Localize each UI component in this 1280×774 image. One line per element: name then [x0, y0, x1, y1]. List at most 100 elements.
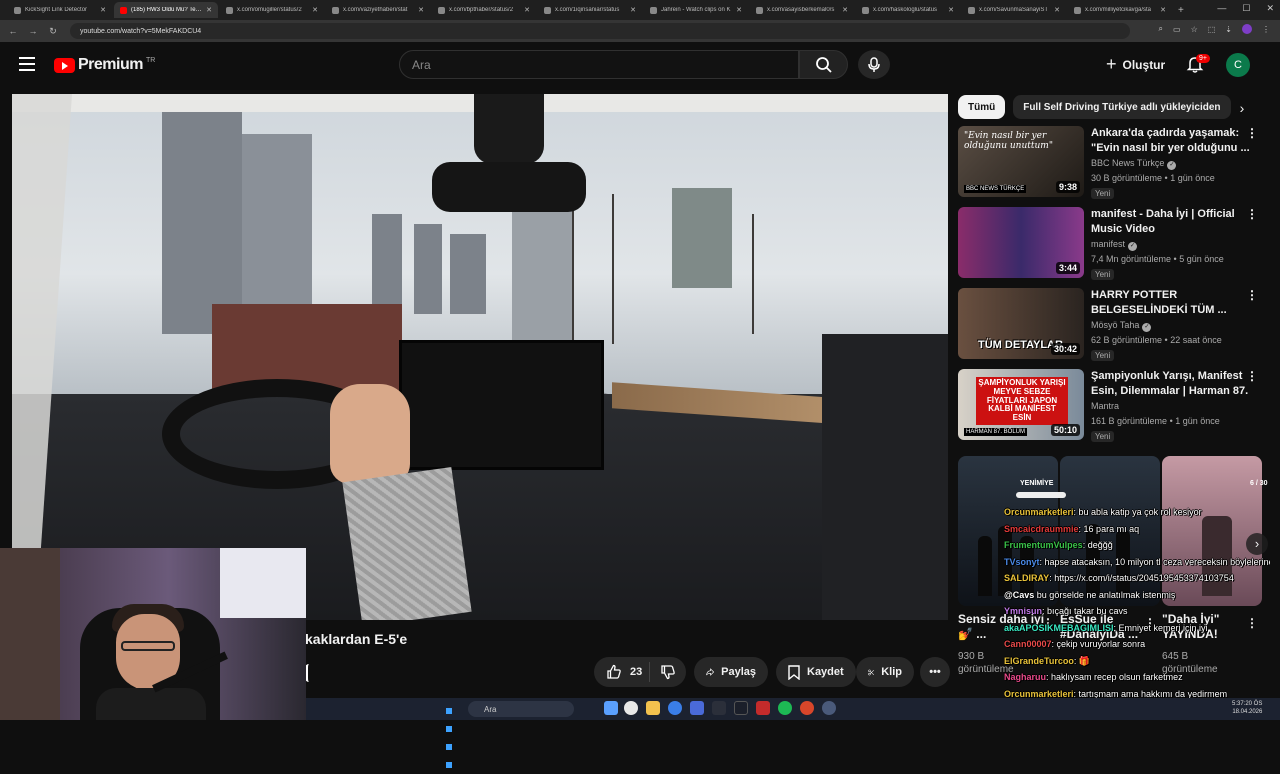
create-label: Oluştur — [1122, 57, 1166, 72]
filter-chip[interactable]: Tümü — [958, 95, 1006, 119]
search-input[interactable]: Ara — [399, 50, 799, 79]
browser-menu-icon[interactable]: ⋮ — [1262, 25, 1270, 34]
bookmark-star-icon[interactable]: ☆ — [1191, 25, 1198, 34]
tab-close-icon[interactable]: ✕ — [100, 6, 106, 14]
video-thumbnail[interactable]: ŞAMPİYONLUK YARIŞI MEYVE SEBZE FİYATLARI… — [958, 369, 1084, 440]
save-button[interactable]: Kaydet — [776, 657, 856, 687]
browser-tab[interactable]: x.com/vaziyethaberi/stat ✕ — [326, 2, 430, 18]
taskbar-app-icon[interactable] — [734, 701, 748, 715]
hamburger-menu-icon[interactable] — [19, 57, 35, 71]
close-window-icon[interactable]: ✕ — [1266, 3, 1274, 14]
browser-tab[interactable]: x.com/1iqinsaniar/status ✕ — [538, 2, 642, 18]
recommendation-item[interactable]: "Evin nasıl bir yer olduğunu unuttum" BBC… — [958, 126, 1270, 200]
recommendation-channel[interactable]: BBC News Türkçe ✓ — [1091, 158, 1177, 170]
notification-count-badge: 9+ — [1196, 54, 1210, 63]
browser-tab[interactable]: KickSight Link Detector ✕ — [8, 2, 112, 18]
taskbar-folder-icon[interactable] — [646, 701, 660, 715]
tab-close-icon[interactable]: ✕ — [948, 6, 954, 14]
recommendation-title[interactable]: Ankara'da çadırda yaşamak: "Evin nasıl b… — [1091, 126, 1251, 156]
meta-separator: • — [1167, 416, 1176, 426]
tab-close-icon[interactable]: ✕ — [842, 6, 848, 14]
reload-icon[interactable]: ↻ — [46, 26, 60, 37]
zoom-icon[interactable]: ⌕ — [1159, 24, 1163, 34]
like-button[interactable]: 23 — [594, 662, 650, 682]
browser-profile-avatar[interactable] — [1242, 24, 1252, 34]
chat-message: TVsonyt: hapse atacaksın, 10 milyon tl c… — [1004, 554, 1270, 571]
share-button[interactable]: Paylaş — [694, 657, 768, 687]
dislike-button[interactable] — [650, 664, 686, 680]
extensions-icon[interactable]: ⬚ — [1208, 25, 1216, 34]
taskbar-app-icon[interactable] — [822, 701, 836, 715]
like-count: 23 — [630, 666, 643, 678]
taskbar-search[interactable]: Ara — [468, 701, 574, 717]
downloads-icon[interactable]: ⇣ — [1225, 25, 1232, 34]
taskbar-spotify-icon[interactable] — [778, 701, 792, 715]
browser-tab[interactable]: x.com/omugiller/status/2 ✕ — [220, 2, 324, 18]
taskbar-app-icon[interactable] — [624, 701, 638, 715]
url-field[interactable]: youtube.com/watch?v=5MekFAKDCU4 — [70, 23, 1130, 39]
tab-close-icon[interactable]: ✕ — [1054, 6, 1060, 14]
video-thumbnail[interactable]: 3:44 — [958, 207, 1084, 278]
recommendation-channel[interactable]: Mösyö Taha ✓ — [1091, 320, 1152, 332]
tab-close-icon[interactable]: ✕ — [524, 6, 530, 14]
taskbar-app-icon[interactable] — [604, 701, 618, 715]
recommendation-channel[interactable]: manifest ✓ — [1091, 239, 1138, 251]
search-button[interactable] — [799, 50, 848, 79]
recommendation-title[interactable]: manifest - Daha İyi | Official Music Vid… — [1091, 207, 1251, 237]
forward-icon[interactable]: → — [26, 26, 40, 36]
video-player[interactable] — [12, 94, 948, 620]
kebab-menu-icon[interactable]: ⋮ — [1246, 207, 1258, 221]
taskbar-app-icon[interactable] — [800, 701, 814, 715]
taskbar-app-icon[interactable] — [668, 701, 682, 715]
kebab-menu-icon[interactable]: ⋮ — [1246, 126, 1258, 140]
recommendation-item[interactable]: TÜM DETAYLAR 30:42 HARRY POTTER BELGESELİN… — [958, 288, 1270, 362]
recommendation-title[interactable]: HARRY POTTER BELGESELİNDEKİ TÜM ... — [1091, 288, 1251, 318]
voice-search-button[interactable] — [858, 50, 890, 79]
maximize-icon[interactable]: ☐ — [1242, 3, 1250, 14]
tab-close-icon[interactable]: ✕ — [736, 6, 742, 14]
tab-title: x.com/milliyetcikavga/sta — [1085, 7, 1152, 13]
video-thumbnail[interactable]: TÜM DETAYLAR 30:42 — [958, 288, 1084, 359]
recommendation-item[interactable]: 3:44 manifest - Daha İyi | Official Music… — [958, 207, 1270, 281]
youtube-premium-logo[interactable]: Premium TR — [54, 56, 155, 74]
new-badge: Yeni — [1091, 431, 1115, 442]
chat-message: Orcunmarketleri: bu abla katip ya çok ro… — [1004, 504, 1270, 521]
create-button[interactable]: + Oluştur — [1098, 52, 1173, 77]
tab-close-icon[interactable]: ✕ — [1160, 6, 1166, 14]
tab-close-icon[interactable]: ✕ — [418, 6, 424, 14]
browser-tab[interactable]: Jahrein - Watch clips on K ✕ — [644, 2, 748, 18]
back-icon[interactable]: ← — [6, 26, 20, 36]
taskbar-app-icon[interactable] — [712, 701, 726, 715]
browser-tab[interactable]: x.com/haskologlu/status ✕ — [856, 2, 960, 18]
tab-close-icon[interactable]: ✕ — [630, 6, 636, 14]
recommendation-title[interactable]: Şampiyonluk Yarışı, Manifest Esin, Dilem… — [1091, 369, 1251, 400]
browser-tab[interactable]: (185) HW3 Öldü Mü? Tesla ✕ — [114, 2, 218, 18]
view-count: 7,4 Mn görüntüleme — [1091, 254, 1172, 264]
browser-tab[interactable]: x.com/asayisberkemal0/s ✕ — [750, 2, 854, 18]
recommendation-meta: 30 B görüntüleme • 1 gün önce — [1091, 173, 1215, 183]
taskbar-app-icon[interactable] — [690, 701, 704, 715]
filter-chip[interactable]: Full Self Driving Türkiye adlı yükleyici… — [1013, 95, 1231, 119]
chat-username: FrumentumVulpes — [1004, 540, 1083, 550]
browser-tab[interactable]: x.com/bpthaber/status/2 ✕ — [432, 2, 536, 18]
kebab-menu-icon[interactable]: ⋮ — [1246, 369, 1258, 383]
taskbar-app-icon[interactable] — [756, 701, 770, 715]
minimize-icon[interactable]: — — [1217, 3, 1226, 14]
browser-tab[interactable]: x.com/SavunmaSanayiST ✕ — [962, 2, 1066, 18]
chat-text: : hapse atacaksın, 10 milyon tl ceza ver… — [1039, 556, 1270, 567]
video-thumbnail[interactable]: "Evin nasıl bir yer olduğunu unuttum" BBC… — [958, 126, 1084, 197]
tab-close-icon[interactable]: ✕ — [312, 6, 318, 14]
tab-close-icon[interactable]: ✕ — [206, 6, 212, 14]
more-actions-button[interactable]: ••• — [920, 657, 950, 687]
chevron-right-icon[interactable]: › — [1232, 98, 1252, 118]
new-tab-button[interactable]: + — [1178, 5, 1184, 16]
recommendation-item[interactable]: ŞAMPİYONLUK YARIŞI MEYVE SEBZE FİYATLARI… — [958, 369, 1270, 443]
recommendation-channel[interactable]: Mantra — [1091, 401, 1119, 411]
browser-tab[interactable]: x.com/milliyetcikavga/sta ✕ — [1068, 2, 1172, 18]
cast-icon[interactable]: ▭ — [1173, 25, 1181, 34]
clip-button[interactable]: Klip — [856, 657, 914, 687]
video-frame-arm — [342, 467, 472, 620]
kebab-menu-icon[interactable]: ⋮ — [1246, 288, 1258, 302]
account-avatar[interactable]: C — [1226, 53, 1250, 77]
windows-start-icon[interactable] — [446, 702, 459, 768]
